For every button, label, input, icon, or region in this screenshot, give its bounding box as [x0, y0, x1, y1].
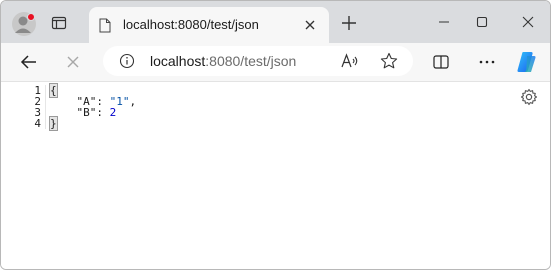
- code-line: 4 }: [19, 116, 136, 131]
- address-bar[interactable]: localhost:8080/test/json: [103, 46, 413, 76]
- read-aloud-button[interactable]: [340, 52, 360, 70]
- json-key: "B": [76, 106, 97, 119]
- maximize-button[interactable]: [473, 13, 491, 31]
- json-viewer-settings-button[interactable]: [520, 88, 538, 106]
- split-screen-icon: [433, 55, 449, 69]
- split-screen-button[interactable]: [431, 52, 451, 72]
- read-aloud-icon: [341, 53, 358, 68]
- line-number: 2: [19, 96, 46, 107]
- info-icon: [119, 53, 135, 69]
- star-icon: [380, 52, 398, 69]
- url-text[interactable]: localhost:8080/test/json: [150, 53, 296, 69]
- line-number: 3: [19, 107, 46, 118]
- navigation-toolbar: localhost:8080/test/json: [1, 43, 550, 81]
- tab-actions-icon: [51, 16, 67, 30]
- line-number: 4: [19, 118, 46, 129]
- window-close-button[interactable]: [519, 13, 537, 31]
- new-tab-button[interactable]: [341, 15, 357, 31]
- page-icon: [99, 18, 111, 33]
- profile-icon: [12, 12, 36, 36]
- close-brace[interactable]: }: [49, 116, 58, 131]
- line-number: 1: [19, 85, 46, 96]
- page-content: 1 { 2 "A": "1", 3 "B": 2 4 }: [1, 82, 550, 269]
- tab-close-button[interactable]: [303, 18, 317, 32]
- json-comma: ,: [129, 95, 137, 108]
- url-host: localhost: [150, 53, 206, 69]
- json-viewer: 1 { 2 "A": "1", 3 "B": 2 4 }: [19, 83, 137, 131]
- close-icon: [67, 56, 79, 68]
- line-source: }: [46, 116, 58, 131]
- more-horizontal-icon: [479, 60, 495, 64]
- profile-avatar-button[interactable]: [11, 11, 37, 37]
- minimize-icon: [439, 21, 449, 23]
- tab-title: localhost:8080/test/json: [123, 17, 259, 32]
- url-path: :8080/test/json: [205, 53, 297, 69]
- tab-actions-button[interactable]: [51, 15, 67, 31]
- tab-strip: localhost:8080/test/json: [1, 1, 550, 43]
- site-info-button[interactable]: [119, 53, 135, 69]
- close-icon: [522, 16, 534, 28]
- minimize-button[interactable]: [435, 13, 453, 31]
- arrow-left-icon: [20, 55, 36, 69]
- tab-active[interactable]: localhost:8080/test/json: [89, 7, 329, 43]
- close-icon: [305, 20, 315, 30]
- json-colon: :: [96, 106, 110, 119]
- gear-icon: [520, 88, 538, 106]
- back-button[interactable]: [19, 52, 39, 72]
- copilot-button[interactable]: [514, 50, 538, 74]
- settings-and-more-button[interactable]: [477, 52, 497, 72]
- plus-icon: [342, 16, 356, 30]
- browser-window: localhost:8080/test/json localhost:8080/…: [0, 0, 551, 270]
- json-number-value: 2: [109, 106, 117, 119]
- copilot-icon: [517, 52, 536, 72]
- add-favorite-button[interactable]: [379, 52, 399, 70]
- stop-loading-button[interactable]: [63, 52, 83, 72]
- maximize-icon: [476, 16, 488, 28]
